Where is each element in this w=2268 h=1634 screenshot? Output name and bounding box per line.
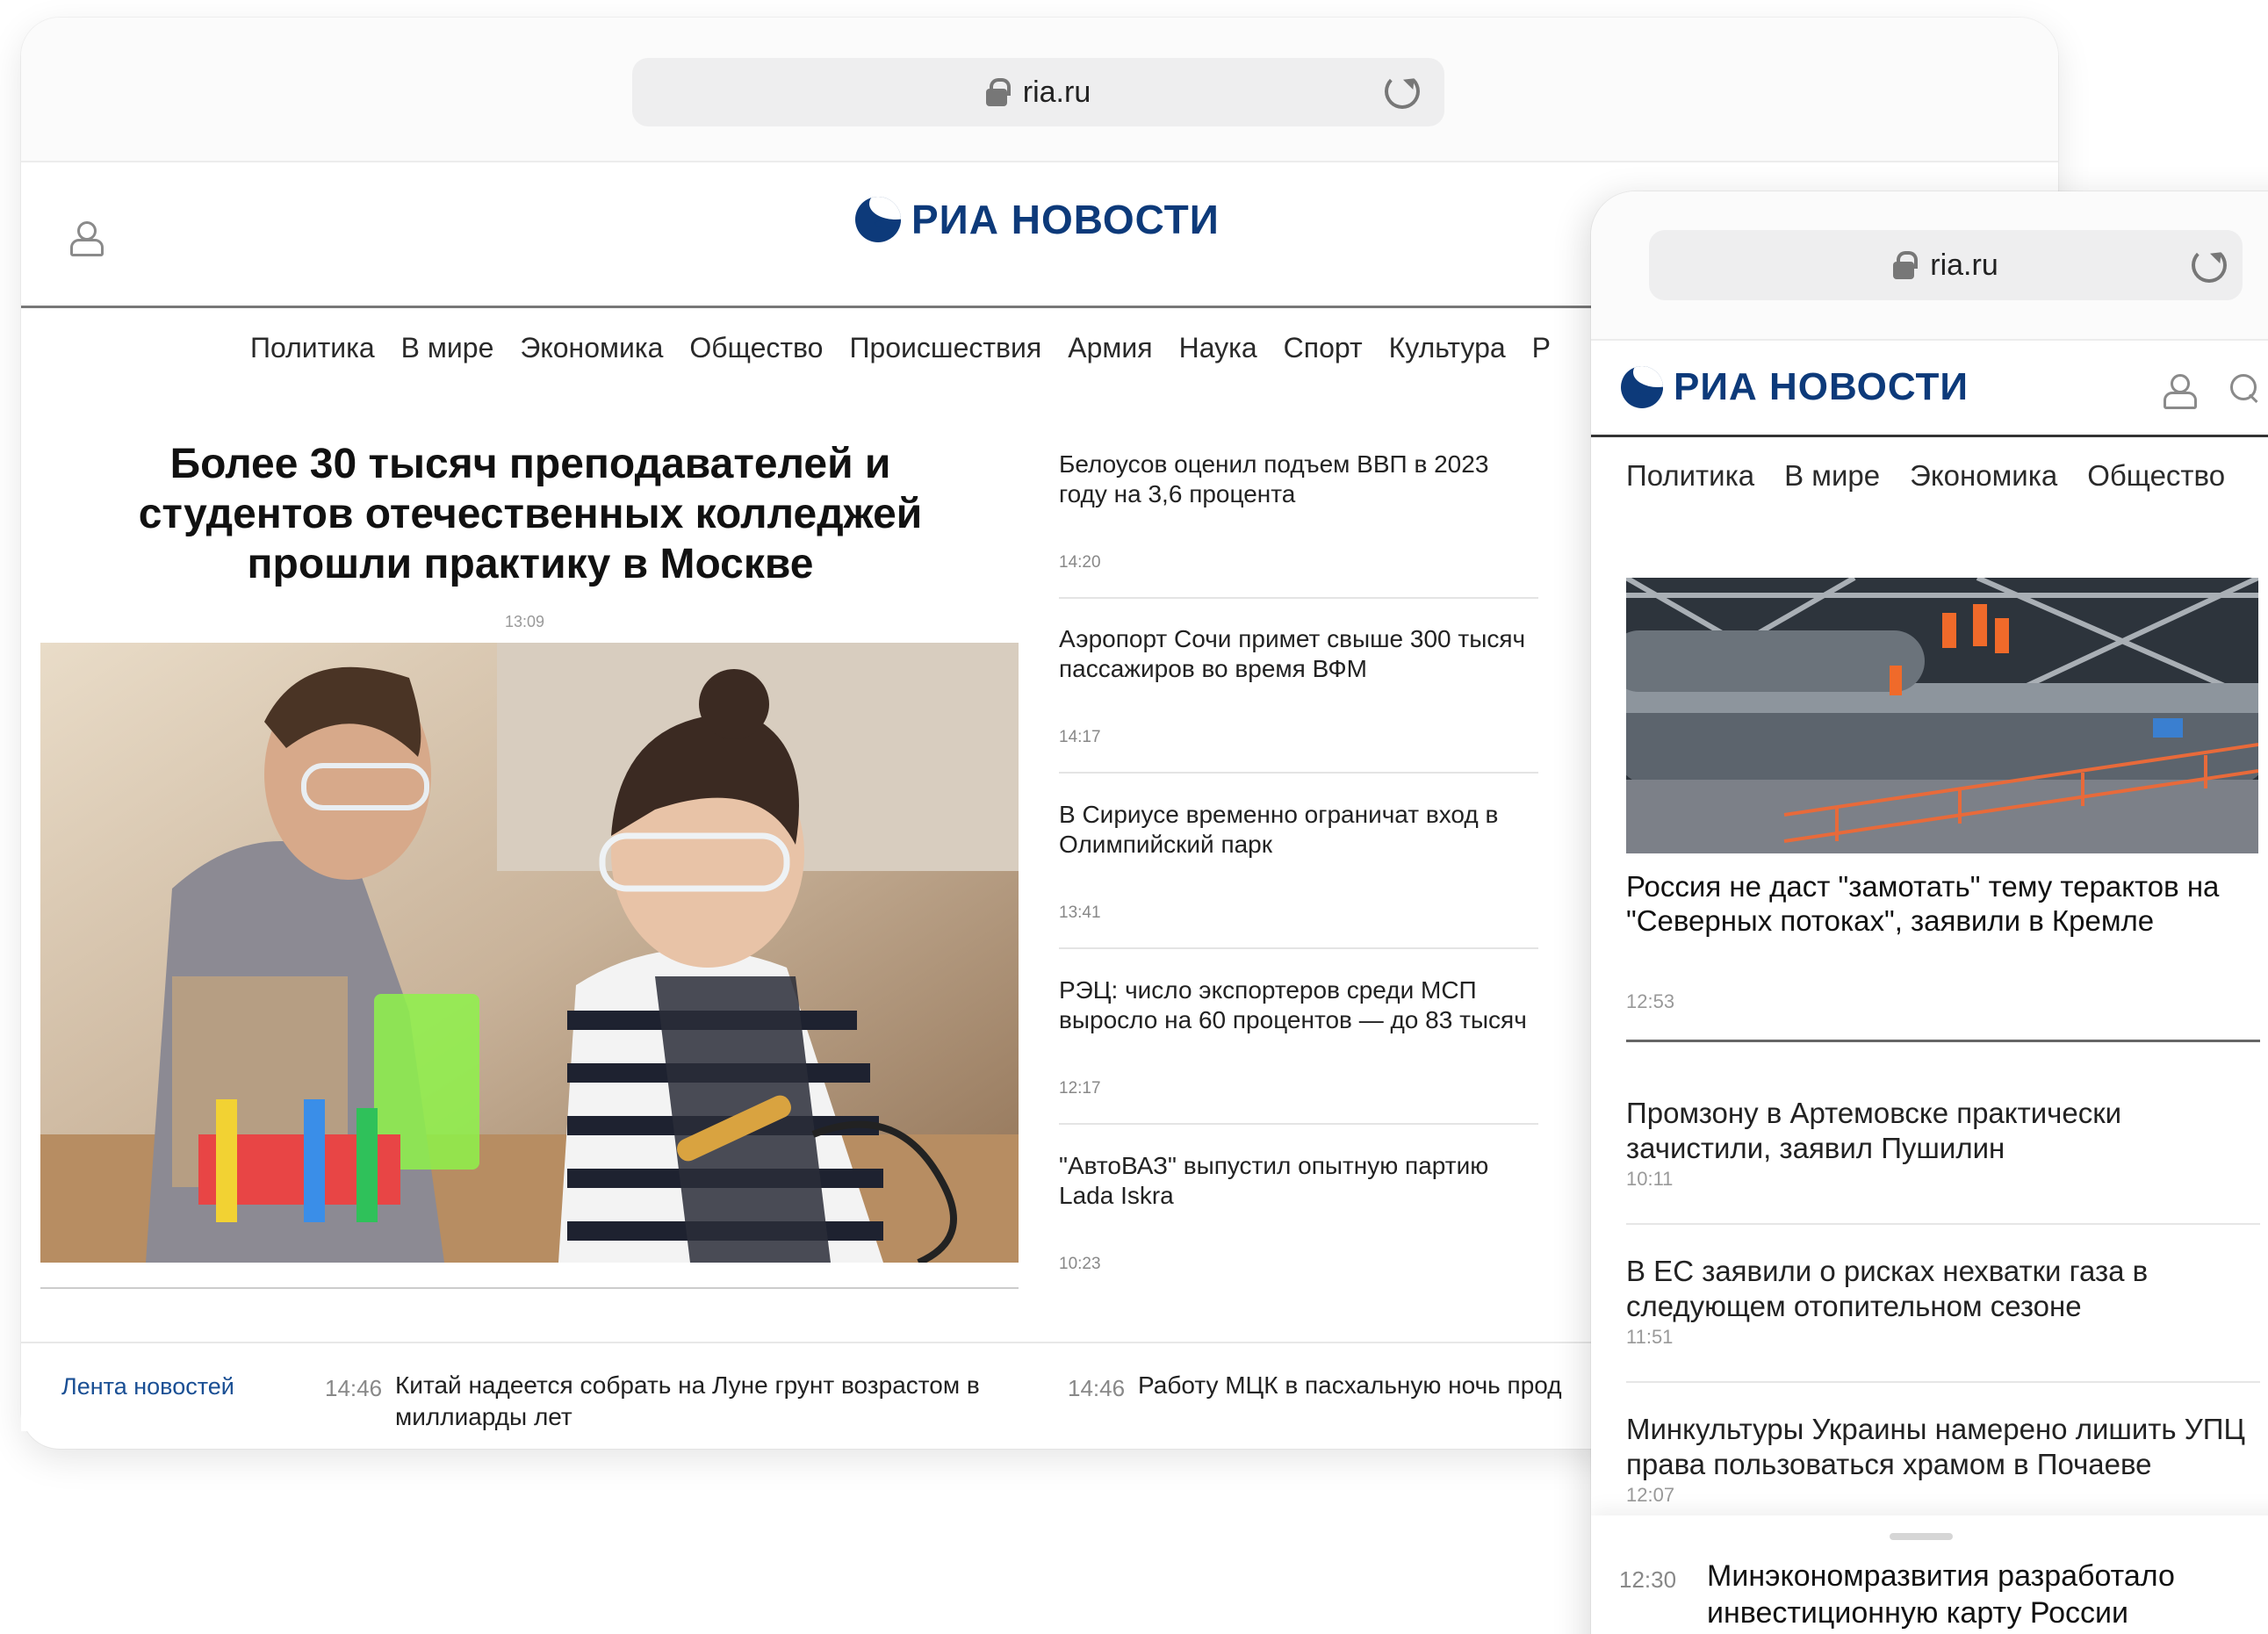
feed-item-time: 14:46 bbox=[325, 1375, 383, 1401]
main-article-time: 13:09 bbox=[505, 613, 545, 630]
mobile-news-time: 10:11 bbox=[1626, 1168, 1674, 1190]
bottom-news-time: 12:30 bbox=[1619, 1566, 1677, 1593]
nav-item-cut[interactable]: Р bbox=[1532, 332, 1551, 364]
desktop-address-bar[interactable]: ria.ru bbox=[632, 58, 1444, 126]
feed-item-text[interactable]: Китай надеется собрать на Луне грунт воз… bbox=[395, 1370, 1027, 1433]
mobile-news-item[interactable]: В ЕС заявили о рисках нехватки газа в сл… bbox=[1626, 1254, 2267, 1349]
mobile-nav: Политика В мире Экономика Общество bbox=[1626, 459, 2255, 493]
side-news-item[interactable]: Аэропорт Сочи примет свыше 300 тысяч пас… bbox=[1059, 624, 1538, 774]
nav-item-culture[interactable]: Культура bbox=[1389, 332, 1506, 364]
desktop-url-text: ria.ru bbox=[1022, 75, 1091, 109]
reload-icon[interactable] bbox=[2192, 248, 2227, 283]
mobile-lead-divider bbox=[1626, 1040, 2260, 1042]
site-logo[interactable]: РИА НОВОСТИ bbox=[855, 196, 1220, 243]
mobile-lead-photo[interactable] bbox=[1626, 578, 2258, 853]
mobile-news-divider bbox=[1626, 1381, 2260, 1383]
side-news-title: Аэропорт Сочи примет свыше 300 тысяч пас… bbox=[1059, 625, 1526, 682]
lock-icon bbox=[1893, 251, 1919, 279]
side-news-time: 12:17 bbox=[1059, 1079, 1101, 1098]
user-icon[interactable] bbox=[2164, 374, 2197, 409]
user-icon[interactable] bbox=[70, 221, 104, 256]
side-news-title: Белоусов оценил подъем ВВП в 2023 году н… bbox=[1059, 450, 1489, 507]
mobile-news-item[interactable]: Минкультуры Украины намерено лишить УПЦ … bbox=[1626, 1412, 2267, 1507]
logo-text: РИА НОВОСТИ bbox=[1674, 365, 1969, 408]
mobile-news-divider bbox=[1626, 1223, 2260, 1225]
mobile-site-header: РИА НОВОСТИ bbox=[1591, 341, 2268, 437]
nav-item-society[interactable]: Общество bbox=[2087, 459, 2225, 493]
side-news-title: РЭЦ: число экспортеров среди МСП выросло… bbox=[1059, 976, 1527, 1033]
feed-item-time: 14:46 bbox=[1068, 1375, 1126, 1401]
sheet-handle[interactable] bbox=[1890, 1533, 1953, 1540]
mobile-browser-toolbar: ria.ru bbox=[1591, 191, 2268, 341]
side-news-divider bbox=[1059, 597, 1538, 599]
side-news-title: В Сириусе временно ограничат вход в Олим… bbox=[1059, 801, 1499, 858]
feed-label[interactable]: Лента новостей bbox=[61, 1373, 234, 1400]
nav-item-politics[interactable]: Политика bbox=[250, 332, 375, 364]
main-article-photo[interactable] bbox=[40, 643, 1019, 1263]
logo-text: РИА НОВОСТИ bbox=[911, 197, 1220, 242]
nav-item-world[interactable]: В мире bbox=[1784, 459, 1880, 493]
mobile-news-time: 12:07 bbox=[1626, 1484, 1675, 1506]
side-news-divider bbox=[1059, 947, 1538, 949]
side-news-title: "АвтоВАЗ" выпустил опытную партию Lada I… bbox=[1059, 1152, 1489, 1209]
nav-item-economy[interactable]: Экономика bbox=[520, 332, 663, 364]
nav-item-world[interactable]: В мире bbox=[401, 332, 494, 364]
side-news-time: 10:23 bbox=[1059, 1255, 1101, 1273]
mobile-url-text: ria.ru bbox=[1930, 248, 1998, 282]
stage: ria.ru РИА НОВОСТИ Политика В мире Эконо… bbox=[0, 0, 2268, 1634]
nav-item-science[interactable]: Наука bbox=[1179, 332, 1257, 364]
main-article-divider bbox=[40, 1287, 1019, 1289]
nav-item-politics[interactable]: Политика bbox=[1626, 459, 1754, 493]
mobile-news-title: В ЕС заявили о рисках нехватки газа в сл… bbox=[1626, 1255, 2149, 1322]
mobile-address-bar[interactable]: ria.ru bbox=[1649, 230, 2243, 300]
side-news-time: 14:17 bbox=[1059, 728, 1101, 746]
mobile-news-title: Минкультуры Украины намерено лишить УПЦ … bbox=[1626, 1413, 2245, 1480]
mobile-lead-title[interactable]: Россия не даст "замотать" тему терактов … bbox=[1626, 869, 2267, 938]
search-icon[interactable] bbox=[2230, 374, 2260, 404]
mobile-browser-window: ria.ru РИА НОВОСТИ Политика В мире Эконо… bbox=[1591, 191, 2268, 1634]
nav-item-economy[interactable]: Экономика bbox=[1910, 459, 2057, 493]
nav-item-incidents[interactable]: Происшествия bbox=[849, 332, 1041, 364]
mobile-lead-time: 12:53 bbox=[1626, 990, 1675, 1012]
site-logo[interactable]: РИА НОВОСТИ bbox=[1621, 365, 1969, 409]
desktop-browser-toolbar: ria.ru bbox=[21, 18, 2058, 162]
side-news-divider bbox=[1059, 1123, 1538, 1125]
mobile-news-item[interactable]: Промзону в Артемовске практически зачист… bbox=[1626, 1096, 2267, 1191]
nav-item-sport[interactable]: Спорт bbox=[1284, 332, 1363, 364]
desktop-nav: Политика В мире Экономика Общество Проис… bbox=[250, 332, 1577, 364]
side-news-divider bbox=[1059, 772, 1538, 774]
logo-icon bbox=[1621, 366, 1663, 408]
side-news-item[interactable]: РЭЦ: число экспортеров среди МСП выросло… bbox=[1059, 975, 1538, 1125]
classroom-photo bbox=[40, 643, 1019, 1263]
feed-item-text[interactable]: Работу МЦК в пасхальную ночь прод bbox=[1138, 1370, 1595, 1401]
nav-item-society[interactable]: Общество bbox=[689, 332, 823, 364]
reload-icon[interactable] bbox=[1385, 74, 1420, 109]
bottom-news-text[interactable]: Минэкономразвития разработало инвестицио… bbox=[1707, 1558, 2268, 1631]
mobile-news-time: 11:51 bbox=[1626, 1326, 1674, 1348]
pipeline-photo bbox=[1626, 578, 2258, 853]
mobile-bottom-sheet[interactable]: 12:30 Минэкономразвития разработало инве… bbox=[1591, 1515, 2268, 1634]
mobile-news-title: Промзону в Артемовске практически зачист… bbox=[1626, 1097, 2122, 1164]
nav-item-army[interactable]: Армия bbox=[1068, 332, 1152, 364]
lock-icon bbox=[985, 78, 1011, 106]
side-news-item[interactable]: В Сириусе временно ограничат вход в Олим… bbox=[1059, 800, 1538, 949]
logo-icon bbox=[855, 197, 901, 242]
side-news-item[interactable]: Белоусов оценил подъем ВВП в 2023 году н… bbox=[1059, 450, 1538, 599]
main-article-title[interactable]: Более 30 тысяч преподавателей и студенто… bbox=[83, 439, 978, 589]
side-news-item[interactable]: "АвтоВАЗ" выпустил опытную партию Lada I… bbox=[1059, 1151, 1538, 1273]
side-news-time: 13:41 bbox=[1059, 903, 1101, 922]
side-news-time: 14:20 bbox=[1059, 553, 1101, 572]
